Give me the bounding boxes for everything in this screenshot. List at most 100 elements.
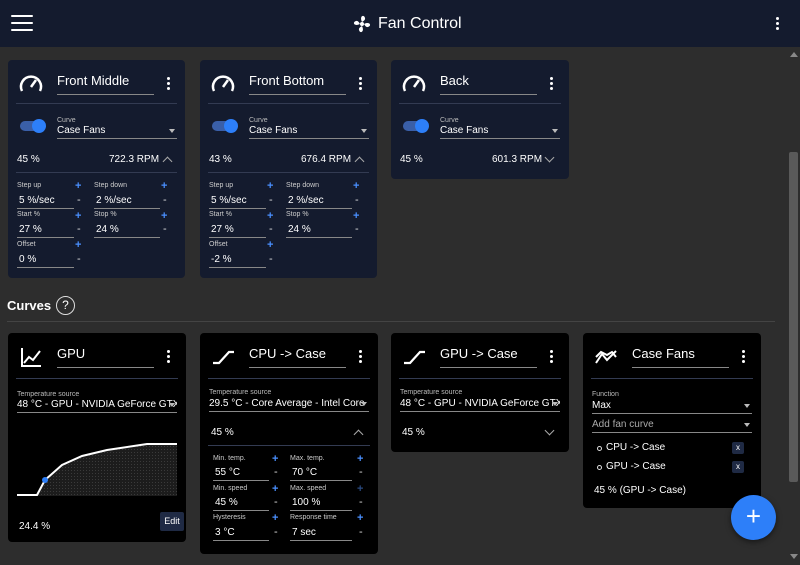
max-temp-decrease[interactable]: - bbox=[359, 466, 363, 478]
edit-button[interactable]: Edit bbox=[160, 512, 184, 531]
start-decrease[interactable]: - bbox=[269, 223, 273, 235]
scroll-up-icon[interactable] bbox=[790, 52, 798, 57]
offset-value[interactable]: 0 % bbox=[17, 254, 74, 268]
step-up-value[interactable]: 5 %/sec bbox=[209, 195, 266, 209]
response-time-decrease[interactable]: - bbox=[359, 526, 363, 538]
stop-increase[interactable]: + bbox=[353, 210, 359, 222]
stop-value[interactable]: 24 % bbox=[286, 224, 352, 238]
curve-name[interactable]: Case Fans bbox=[632, 346, 729, 368]
curve-select[interactable]: Case Fans bbox=[440, 125, 560, 139]
temp-source-select[interactable]: 29.5 °C - Core Average - Intel Core bbox=[209, 398, 369, 412]
offset-label: Offset bbox=[209, 241, 228, 248]
curve-menu-icon[interactable] bbox=[167, 350, 171, 365]
temp-source-select[interactable]: 48 °C - GPU - NVIDIA GeForce GTX bbox=[17, 399, 177, 413]
step-up-value[interactable]: 5 %/sec bbox=[17, 195, 74, 209]
offset-value[interactable]: -2 % bbox=[209, 254, 266, 268]
start-increase[interactable]: + bbox=[267, 210, 273, 222]
curve-name[interactable]: CPU -> Case bbox=[249, 346, 346, 368]
enable-toggle[interactable] bbox=[212, 119, 238, 133]
max-speed-decrease[interactable]: - bbox=[359, 496, 363, 508]
step-down-increase[interactable]: + bbox=[161, 180, 167, 192]
start-increase[interactable]: + bbox=[75, 210, 81, 222]
control-menu-icon[interactable] bbox=[359, 77, 363, 92]
min-temp-increase[interactable]: + bbox=[272, 453, 278, 465]
max-temp-value[interactable]: 70 °C bbox=[290, 467, 352, 481]
control-name[interactable]: Front Bottom bbox=[249, 73, 346, 95]
linear-curve-icon bbox=[404, 350, 425, 365]
scroll-down-icon[interactable] bbox=[790, 554, 798, 559]
add-button[interactable]: + bbox=[731, 495, 776, 540]
max-temp-increase[interactable]: + bbox=[357, 453, 363, 465]
stop-increase[interactable]: + bbox=[161, 210, 167, 222]
start-decrease[interactable]: - bbox=[77, 223, 81, 235]
min-speed-increase[interactable]: + bbox=[272, 483, 278, 495]
offset-decrease[interactable]: - bbox=[269, 253, 273, 265]
curve-menu-icon[interactable] bbox=[550, 350, 554, 365]
app-title-text: Fan Control bbox=[378, 15, 462, 32]
curve-name[interactable]: GPU bbox=[57, 346, 154, 368]
step-up-increase[interactable]: + bbox=[75, 180, 81, 192]
expand-icon[interactable] bbox=[544, 425, 555, 436]
curve-card-cpu-case: CPU -> Case Temperature source 29.5 °C -… bbox=[200, 333, 378, 554]
control-menu-icon[interactable] bbox=[167, 77, 171, 92]
enable-toggle[interactable] bbox=[20, 119, 46, 133]
step-up-increase[interactable]: + bbox=[267, 180, 273, 192]
stop-decrease[interactable]: - bbox=[163, 223, 167, 235]
curve-menu-icon[interactable] bbox=[742, 350, 746, 365]
min-speed-value[interactable]: 45 % bbox=[213, 497, 269, 511]
fan-curve-item: GPU -> Case bbox=[606, 461, 666, 472]
temp-source-select[interactable]: 48 °C - GPU - NVIDIA GeForce GTX bbox=[400, 398, 560, 412]
curve-select[interactable]: Case Fans bbox=[57, 125, 177, 139]
min-temp-value[interactable]: 55 °C bbox=[213, 467, 269, 481]
control-rpm: 601.3 RPM bbox=[492, 154, 543, 165]
max-temp-label: Max. temp. bbox=[290, 455, 325, 462]
step-down-decrease[interactable]: - bbox=[355, 194, 359, 206]
scrollbar-thumb[interactable] bbox=[789, 152, 798, 482]
remove-item-button[interactable]: x bbox=[732, 461, 744, 473]
collapse-icon[interactable] bbox=[162, 156, 173, 167]
stop-decrease[interactable]: - bbox=[355, 223, 359, 235]
curve-name[interactable]: GPU -> Case bbox=[440, 346, 537, 368]
expand-icon[interactable] bbox=[544, 152, 555, 163]
step-up-decrease[interactable]: - bbox=[77, 194, 81, 206]
help-icon[interactable]: ? bbox=[56, 296, 75, 315]
curve-menu-icon[interactable] bbox=[359, 350, 363, 365]
step-down-value[interactable]: 2 %/sec bbox=[94, 195, 160, 209]
remove-item-button[interactable]: x bbox=[732, 442, 744, 454]
enable-toggle[interactable] bbox=[403, 119, 429, 133]
offset-decrease[interactable]: - bbox=[77, 253, 81, 265]
control-menu-icon[interactable] bbox=[550, 77, 554, 92]
offset-increase[interactable]: + bbox=[267, 239, 273, 251]
curve-select[interactable]: Case Fans bbox=[249, 125, 369, 139]
collapse-icon[interactable] bbox=[354, 156, 365, 167]
collapse-icon[interactable] bbox=[353, 429, 364, 440]
step-down-value[interactable]: 2 %/sec bbox=[286, 195, 352, 209]
divider bbox=[208, 172, 369, 173]
hysteresis-increase[interactable]: + bbox=[272, 512, 278, 524]
temp-source-label: Temperature source bbox=[209, 389, 272, 396]
control-name[interactable]: Back bbox=[440, 73, 537, 95]
max-speed-increase[interactable]: + bbox=[357, 483, 363, 495]
scrollbar[interactable] bbox=[787, 47, 800, 565]
step-up-decrease[interactable]: - bbox=[269, 194, 273, 206]
stop-value[interactable]: 24 % bbox=[94, 224, 160, 238]
step-down-decrease[interactable]: - bbox=[163, 194, 167, 206]
divider bbox=[399, 103, 561, 104]
add-fan-curve-select[interactable]: Add fan curve bbox=[592, 419, 752, 433]
offset-increase[interactable]: + bbox=[75, 239, 81, 251]
step-down-increase[interactable]: + bbox=[353, 180, 359, 192]
hysteresis-decrease[interactable]: - bbox=[274, 526, 278, 538]
min-speed-decrease[interactable]: - bbox=[274, 496, 278, 508]
start-value[interactable]: 27 % bbox=[209, 224, 266, 238]
hysteresis-value[interactable]: 3 °C bbox=[213, 527, 269, 541]
curve-graph[interactable] bbox=[17, 440, 177, 496]
response-time-value[interactable]: 7 sec bbox=[290, 527, 352, 541]
menu-icon[interactable] bbox=[11, 15, 33, 32]
control-name[interactable]: Front Middle bbox=[57, 73, 154, 95]
max-speed-value[interactable]: 100 % bbox=[290, 497, 352, 511]
app-menu-icon[interactable] bbox=[776, 17, 780, 32]
min-temp-decrease[interactable]: - bbox=[274, 466, 278, 478]
function-select[interactable]: Max bbox=[592, 400, 752, 414]
response-time-increase[interactable]: + bbox=[357, 512, 363, 524]
start-value[interactable]: 27 % bbox=[17, 224, 74, 238]
